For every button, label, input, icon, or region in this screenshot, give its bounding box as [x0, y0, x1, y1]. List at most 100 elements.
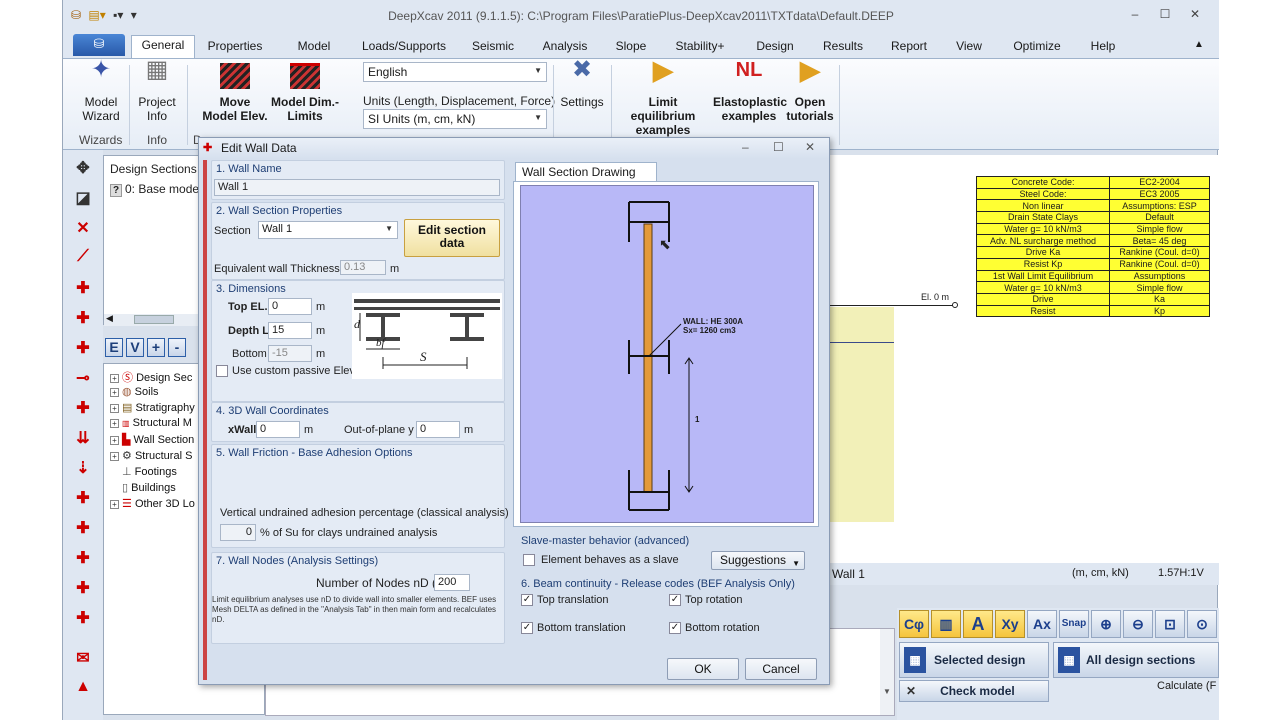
custom-passive-checkbox[interactable]	[216, 365, 228, 377]
tree-item-wall-sections[interactable]: + ▙ Wall Section	[110, 433, 194, 446]
all-design-sections-button[interactable]: ▦ All design sections	[1053, 642, 1219, 678]
ax-button[interactable]: Ax	[1027, 610, 1057, 638]
dialog-minimize-button[interactable]: –	[742, 140, 749, 154]
application-menu-button[interactable]: ⛁	[73, 34, 125, 56]
top-translation-checkbox[interactable]: ✓	[521, 594, 533, 606]
expand-button[interactable]: E	[105, 338, 123, 357]
xy-button[interactable]: Xy	[995, 610, 1025, 638]
view-button[interactable]: V	[126, 338, 144, 357]
tree-item-soils[interactable]: + ◍ Soils	[110, 385, 159, 398]
adhesion-input[interactable]: 0	[220, 524, 256, 541]
section-select[interactable]: Wall 1 ▼	[258, 221, 398, 239]
surcharge-tool-icon[interactable]: ⇊	[71, 428, 95, 450]
zoom-extents-icon[interactable]: ⊡	[1155, 610, 1185, 638]
selected-design-button[interactable]: ▦ Selected design	[899, 642, 1049, 678]
ground-anchor-icon[interactable]: ✚	[71, 608, 95, 630]
scroll-thumb[interactable]	[134, 315, 174, 324]
top-el-input[interactable]: 0	[268, 298, 312, 315]
model-canvas[interactable]: Concrete Code: EC2-2004 Steel Code: EC3 200…	[828, 155, 1219, 585]
edit-section-data-button[interactable]: Edit section data	[404, 219, 500, 257]
tab-loads-supports[interactable]: Loads/Supports	[359, 37, 449, 57]
spring-tool-icon[interactable]: ✚	[71, 398, 95, 420]
remove-button[interactable]: -	[168, 338, 186, 357]
ok-button[interactable]: OK	[667, 658, 739, 680]
move-tool-icon[interactable]: ✥	[71, 158, 95, 180]
close-button[interactable]: ✕	[1185, 7, 1205, 25]
support-tool-icon[interactable]: ✚	[71, 278, 95, 300]
eraser-icon[interactable]: ◪	[71, 188, 95, 210]
tree-item-design-sections[interactable]: + Ⓢ Design Sec	[110, 369, 192, 385]
out-of-plane-input[interactable]: 0	[416, 421, 460, 438]
moment-tool-icon[interactable]: ✚	[71, 488, 95, 510]
scroll-down-icon[interactable]: ▼	[883, 687, 891, 696]
bottom-translation-checkbox[interactable]: ✓	[521, 622, 533, 634]
tree-item-other-3d-loads[interactable]: + ☰ Other 3D Lo	[110, 497, 195, 510]
dialog-maximize-button[interactable]: ☐	[773, 140, 784, 154]
anchor-tool-icon[interactable]: ⟋	[71, 248, 95, 270]
c-phi-button[interactable]: Cφ	[899, 610, 929, 638]
cancel-button[interactable]: Cancel	[745, 658, 817, 680]
footing-tool-icon[interactable]: ✚	[71, 518, 95, 540]
nodes-input[interactable]: 200	[434, 574, 470, 591]
snap-button[interactable]: Snap	[1059, 610, 1089, 638]
strut-tool-icon[interactable]: ✚	[71, 308, 95, 330]
scroll-left-icon[interactable]: ◀	[106, 313, 113, 324]
top-rotation-checkbox[interactable]: ✓	[669, 594, 681, 606]
load-line-icon[interactable]: ⊸	[71, 368, 95, 390]
tab-general[interactable]: General	[131, 35, 195, 58]
tab-properties[interactable]: Properties	[205, 37, 265, 57]
project-info-button[interactable]: ▦ Project Info	[133, 58, 181, 124]
tree-item-footings[interactable]: ⊥ Footings	[122, 465, 177, 478]
tab-optimize[interactable]: Optimize	[1007, 37, 1067, 57]
open-tutorials-button[interactable]: ▶ Open tutorials	[785, 57, 835, 123]
tree-item-stratigraphy[interactable]: + ▤ Stratigraphy	[110, 401, 195, 414]
move-model-elev-button[interactable]: Move Model Elev.	[201, 63, 269, 123]
zoom-in-icon[interactable]: ⊕	[1091, 610, 1121, 638]
tab-view[interactable]: View	[951, 37, 987, 57]
maximize-button[interactable]: ☐	[1155, 7, 1175, 25]
building-tool-icon[interactable]: ✚	[71, 548, 95, 570]
tab-design[interactable]: Design	[751, 37, 799, 57]
model-wizard-button[interactable]: ✦ Model Wizard	[77, 58, 125, 124]
tab-slope[interactable]: Slope	[609, 37, 653, 57]
eq-thickness-input[interactable]: 0.13	[340, 260, 386, 275]
zoom-out-icon[interactable]: ⊖	[1123, 610, 1153, 638]
minimize-button[interactable]: –	[1125, 7, 1145, 25]
tab-stability[interactable]: Stability+	[669, 37, 731, 57]
design-section-item[interactable]: ? 0: Base model	[110, 182, 202, 197]
wall-name-input[interactable]: Wall 1	[214, 179, 500, 196]
suggestions-button[interactable]: Suggestions ▼	[711, 551, 805, 570]
tab-seismic[interactable]: Seismic	[465, 37, 521, 57]
tab-wall-section-drawing[interactable]: Wall Section Drawing (Plan)	[515, 162, 657, 193]
tab-analysis[interactable]: Analysis	[537, 37, 593, 57]
font-a-button[interactable]: A	[963, 610, 993, 638]
envelope-icon[interactable]: ✉	[71, 648, 95, 670]
ruler-button[interactable]: ▥	[931, 610, 961, 638]
add-button[interactable]: +	[147, 338, 165, 357]
bottom-rotation-checkbox[interactable]: ✓	[669, 622, 681, 634]
model-dim-limits-button[interactable]: Model Dim.-Limits	[271, 63, 339, 123]
tab-help[interactable]: Help	[1085, 37, 1121, 57]
mound-icon[interactable]: ▲	[71, 678, 95, 700]
zoom-window-icon[interactable]: ⊙	[1187, 610, 1217, 638]
elastoplastic-examples-button[interactable]: NL Elastoplastic examples	[713, 60, 787, 123]
wall-tool-icon[interactable]: ✕	[71, 218, 95, 240]
tree-item-buildings[interactable]: ▯ Buildings	[122, 481, 176, 494]
depth-input[interactable]: 15	[268, 322, 312, 339]
dialog-close-button[interactable]: ✕	[805, 140, 815, 154]
check-model-button[interactable]: ✕ Check model	[899, 680, 1049, 702]
tree-item-structural-materials[interactable]: + ▥ Structural M	[110, 417, 192, 429]
tree-item-structural-supports[interactable]: + ⚙ Structural S	[110, 449, 192, 462]
units-select[interactable]: SI Units (m, cm, kN) ▼	[363, 109, 547, 129]
language-select[interactable]: English ▼	[363, 62, 547, 82]
xwall-input[interactable]: 0	[256, 421, 300, 438]
tab-model[interactable]: Model	[287, 37, 341, 57]
vertical-scrollbar[interactable]: ▼	[880, 629, 894, 715]
settings-button[interactable]: ✖ Settings	[557, 58, 607, 110]
tab-report[interactable]: Report	[887, 37, 931, 57]
slave-checkbox[interactable]	[523, 554, 535, 566]
3d-load-icon[interactable]: ✚	[71, 578, 95, 600]
tab-results[interactable]: Results	[819, 37, 867, 57]
point-load-icon[interactable]: ⇣	[71, 458, 95, 480]
brace-tool-icon[interactable]: ✚	[71, 338, 95, 360]
